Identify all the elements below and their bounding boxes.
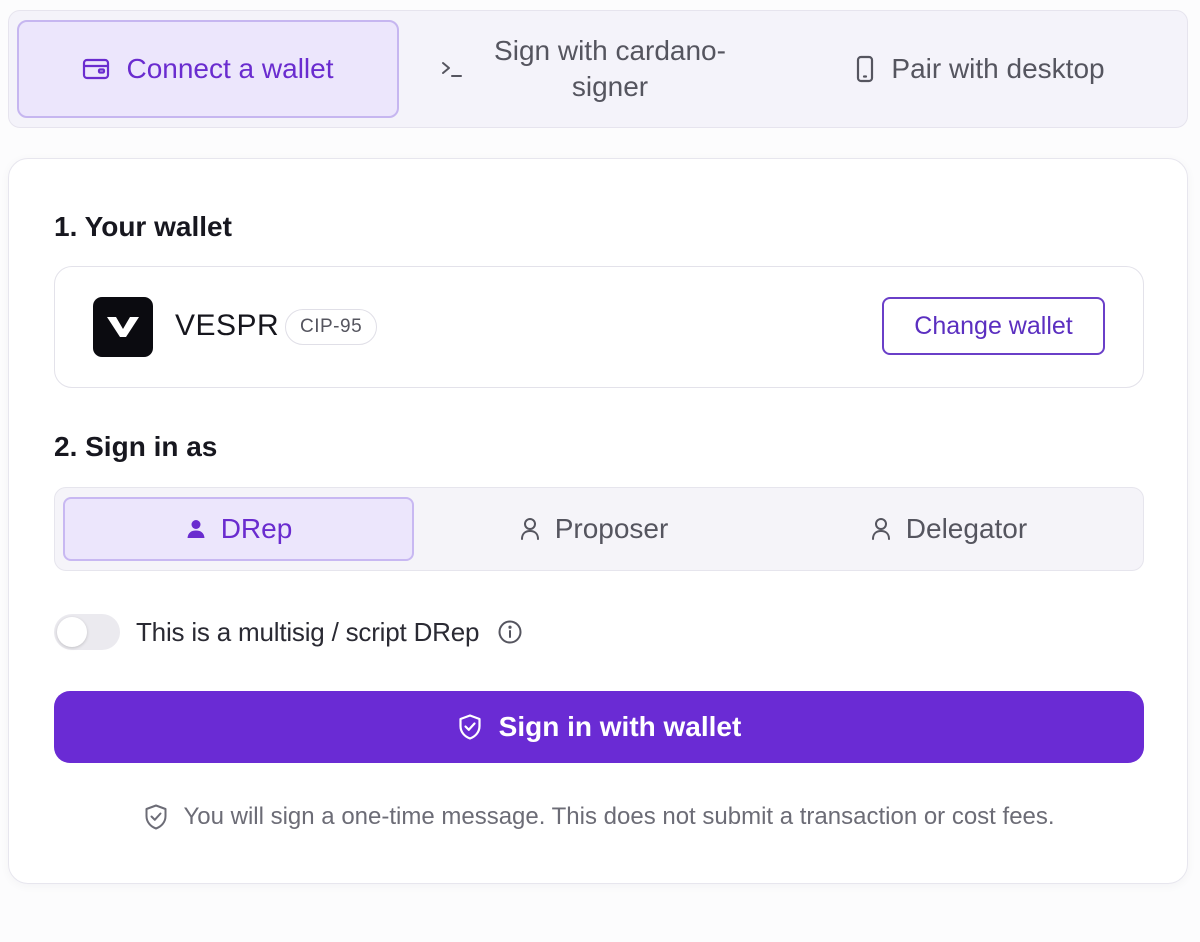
change-wallet-button[interactable]: Change wallet bbox=[882, 297, 1105, 355]
tab-cardano-signer-label: Sign with cardano-signer bbox=[494, 35, 726, 102]
auth-method-tabs: Connect a wallet Sign with cardano-signe… bbox=[8, 10, 1188, 128]
role-tab-proposer-label: Proposer bbox=[554, 513, 669, 544]
user-filled-icon bbox=[185, 518, 207, 540]
multisig-toggle[interactable] bbox=[54, 614, 120, 650]
shield-check-icon bbox=[143, 803, 169, 831]
selected-wallet-panel: VESPR CIP-95 Change wallet bbox=[54, 266, 1144, 388]
multisig-toggle-row: This is a multisig / script DRep bbox=[54, 614, 523, 650]
terminal-icon bbox=[440, 59, 464, 79]
shield-check-icon bbox=[457, 713, 483, 741]
wallet-name: VESPR bbox=[175, 309, 280, 342]
smartphone-icon bbox=[855, 55, 875, 83]
wallet-standard-badge: CIP-95 bbox=[285, 309, 378, 345]
vespr-logo-icon bbox=[93, 297, 153, 357]
role-selector: DRep Proposer Delegator bbox=[54, 487, 1144, 571]
tab-connect-wallet[interactable]: Connect a wallet bbox=[17, 20, 399, 118]
tab-pair-desktop-label: Pair with desktop bbox=[891, 53, 1105, 84]
section-title-your-wallet: 1. Your wallet bbox=[54, 211, 232, 242]
tab-cardano-signer[interactable]: Sign with cardano-signer bbox=[399, 20, 781, 118]
user-outline-icon bbox=[870, 517, 892, 541]
role-tab-delegator-label: Delegator bbox=[905, 513, 1028, 544]
role-tab-proposer[interactable]: Proposer bbox=[418, 497, 769, 561]
role-tab-drep-label: DRep bbox=[220, 513, 293, 544]
toggle-knob bbox=[57, 617, 87, 647]
sign-in-button-label: Sign in with wallet bbox=[498, 711, 742, 742]
role-tab-drep[interactable]: DRep bbox=[63, 497, 414, 561]
footnote-text: You will sign a one-time message. This d… bbox=[183, 803, 1055, 830]
tab-connect-wallet-label: Connect a wallet bbox=[126, 53, 334, 84]
role-tab-delegator[interactable]: Delegator bbox=[773, 497, 1124, 561]
multisig-toggle-label: This is a multisig / script DRep bbox=[136, 616, 480, 647]
sign-in-card: 1. Your wallet VESPR CIP-95 Change walle… bbox=[8, 158, 1188, 884]
wallet-icon bbox=[82, 57, 110, 81]
user-outline-icon bbox=[519, 517, 541, 541]
sign-in-with-wallet-button[interactable]: Sign in with wallet bbox=[54, 691, 1144, 763]
tab-pair-desktop[interactable]: Pair with desktop bbox=[781, 20, 1179, 118]
info-icon[interactable] bbox=[497, 619, 523, 645]
sign-in-footnote: You will sign a one-time message. This d… bbox=[9, 803, 1189, 831]
section-title-sign-in-as: 2. Sign in as bbox=[54, 431, 218, 462]
